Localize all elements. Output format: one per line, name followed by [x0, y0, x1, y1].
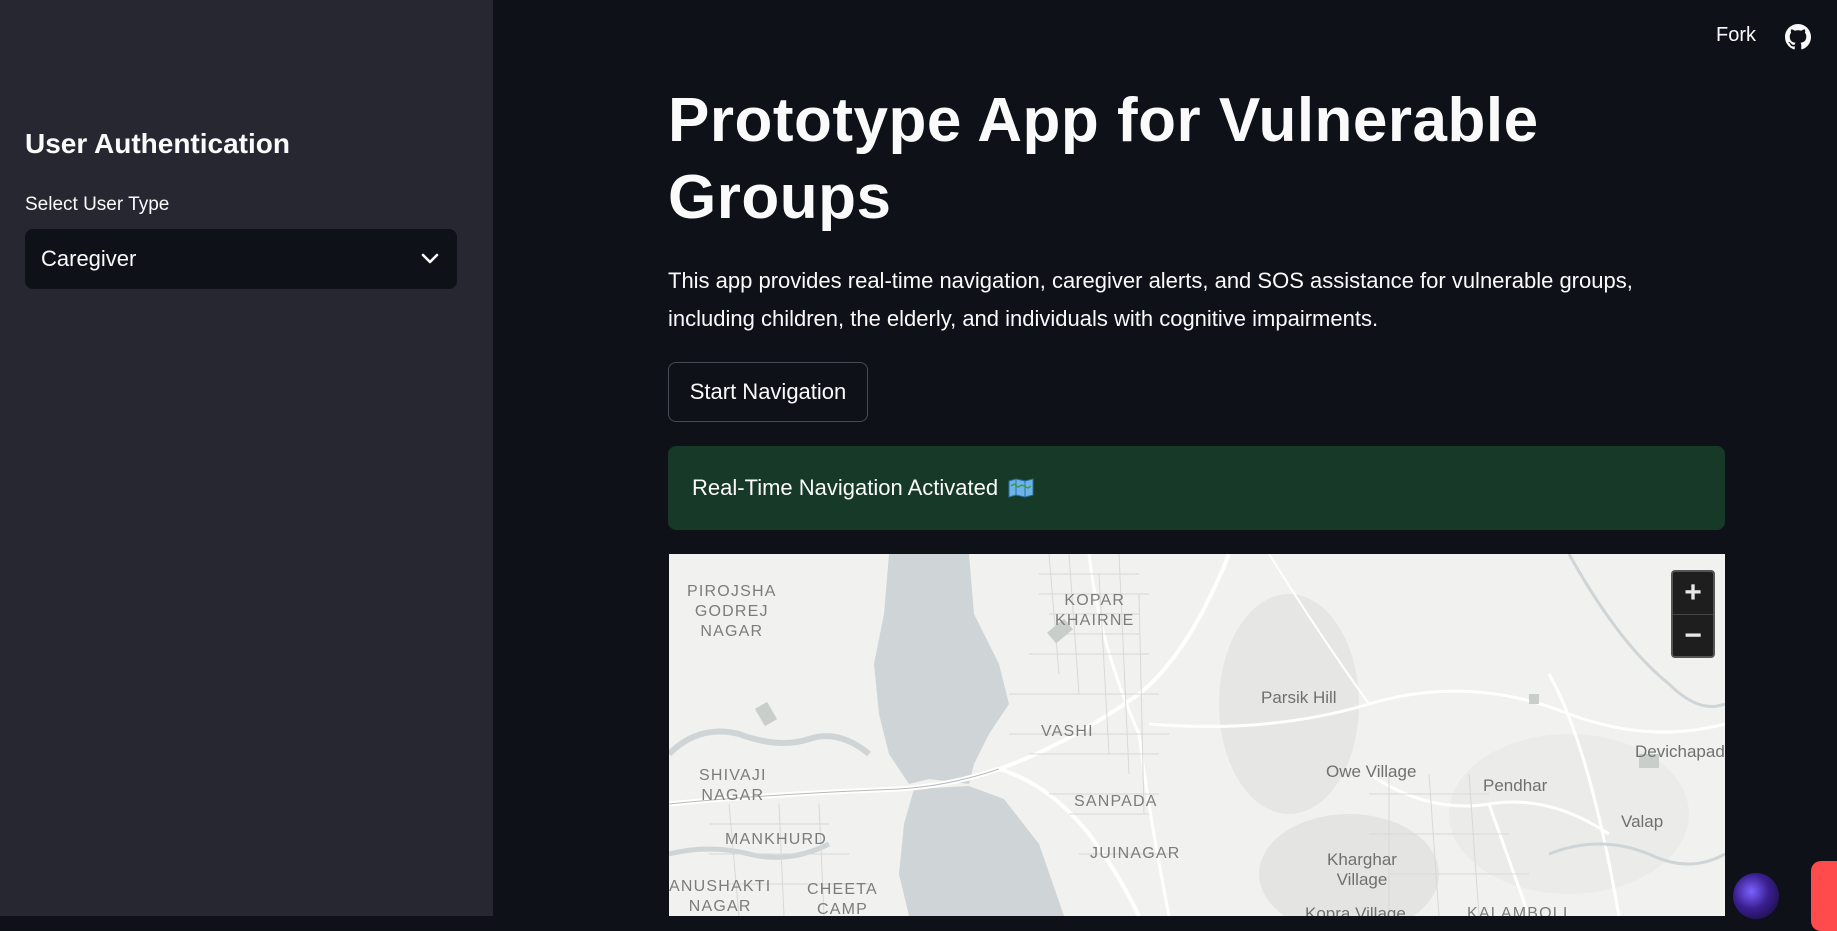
github-icon[interactable] [1785, 24, 1811, 50]
user-type-value: Caregiver [41, 246, 137, 271]
map-label-pirojsha: PIROJSHA GODREJ NAGAR [687, 583, 777, 640]
sidebar: User Authentication Select User Type Car… [0, 0, 493, 916]
map-view[interactable]: PIROJSHA GODREJ NAGAR KOPAR KHAIRNE Pars… [669, 554, 1725, 916]
start-navigation-button[interactable]: Start Navigation [668, 362, 868, 422]
zoom-out-button[interactable]: − [1673, 614, 1713, 656]
map-label-valap: Valap [1621, 812, 1664, 831]
map-label-mankhurd: MANKHURD [725, 831, 828, 848]
page-title: Prototype App for Vulnerable Groups [668, 86, 1539, 232]
map-label-owe: Owe Village [1326, 762, 1417, 781]
success-alert: Real-Time Navigation Activated [668, 446, 1725, 530]
map-label-vashi: VASHI [1041, 723, 1094, 740]
zoom-control: + − [1671, 570, 1715, 658]
map-label-parsik: Parsik Hill [1261, 688, 1337, 707]
map-label-juinagar: JUINAGAR [1090, 845, 1181, 862]
chevron-down-icon [421, 253, 439, 265]
map-label-kalamboli: KALAMBOLI [1467, 905, 1569, 916]
assistant-avatar[interactable] [1733, 873, 1779, 919]
map-icon [1008, 478, 1034, 498]
map-label-shivaji: SHIVAJI NAGAR [699, 767, 767, 804]
zoom-in-button[interactable]: + [1673, 572, 1713, 614]
map-label-sanpada: SANPADA [1074, 793, 1158, 810]
manage-app-button[interactable] [1811, 861, 1837, 931]
map-base-layer [669, 554, 1725, 916]
sidebar-title: User Authentication [25, 128, 290, 159]
map-label-pendhar: Pendhar [1483, 776, 1548, 795]
map-label-anushakti: ANUSHAKTI NAGAR [669, 878, 772, 915]
map-label-devichapada: Devichapad [1635, 742, 1725, 761]
map-label-kopra: Kopra Village [1305, 904, 1406, 916]
map-label-kharghar: Kharghar Village [1327, 850, 1397, 889]
fork-button[interactable]: Fork [1716, 24, 1756, 47]
map-label-cheeta: CHEETA CAMP [807, 881, 878, 916]
map-label-kopar: KOPAR KHAIRNE [1055, 592, 1135, 629]
app-description: This app provides real-time navigation, … [668, 268, 1633, 331]
user-type-select[interactable]: Caregiver [25, 229, 457, 289]
user-type-label: Select User Type [25, 194, 170, 215]
success-message: Real-Time Navigation Activated [692, 475, 999, 500]
